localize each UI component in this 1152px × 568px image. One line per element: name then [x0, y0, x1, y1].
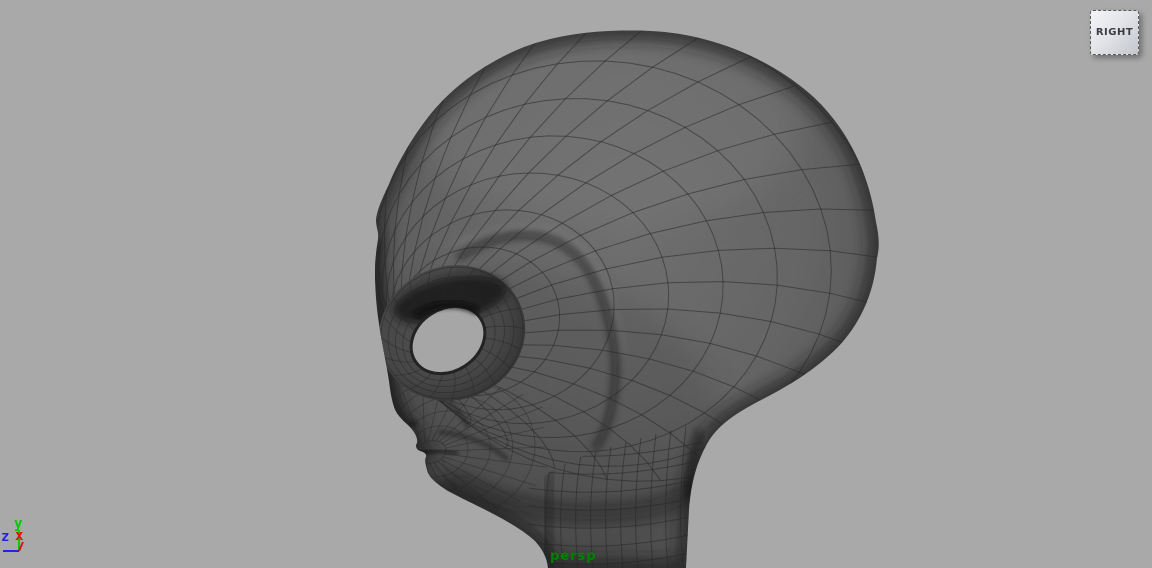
- axis-orientation-gizmo: y z x: [1, 516, 24, 552]
- x-axis-label: x: [15, 528, 24, 544]
- viewport-3d-panel: { "viewport": { "camera_label": "persp",…: [0, 0, 1152, 568]
- perspective-viewport[interactable]: [0, 0, 1152, 568]
- view-axis-right-label: RIGHT: [1095, 27, 1134, 38]
- camera-name-label: persp: [550, 549, 597, 564]
- z-axis-label: z: [1, 529, 9, 545]
- view-axis-right-button[interactable]: RIGHT: [1090, 10, 1139, 55]
